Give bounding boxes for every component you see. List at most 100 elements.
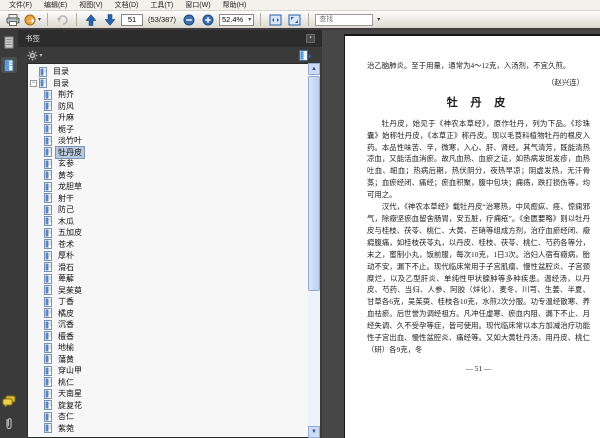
- tab-bookmarks[interactable]: [1, 57, 17, 73]
- toolbar-separator: [47, 13, 49, 26]
- bookmark-icon: [39, 66, 47, 77]
- search-input[interactable]: [315, 13, 374, 26]
- bookmark-icon: [39, 78, 47, 89]
- zoom-in-button[interactable]: [200, 12, 216, 27]
- zoom-in-icon: [202, 14, 214, 25]
- tab-attachments[interactable]: [1, 416, 17, 432]
- tree-wrap: 目录 − 目录 荆芥 防风 升麻 栀子 淡竹叶 牡丹皮 玄参 黄芩 龙胆草 射干…: [27, 63, 320, 438]
- bookmark-icon: [44, 250, 52, 261]
- bookmark-icon: [44, 89, 52, 100]
- pages-icon: [4, 36, 13, 48]
- options-button[interactable]: ▾: [27, 48, 43, 63]
- toolbar: ▾ (53/387): [0, 11, 600, 30]
- previous-page-button[interactable]: [83, 12, 99, 27]
- page-body: 牡丹皮，始见于《神农本草经》，原作牡丹，列为下品。《珍珠囊》始称牡丹皮，《本草正…: [367, 118, 590, 356]
- bookmark-icon: [44, 239, 52, 250]
- bookmark-icon: [44, 124, 52, 135]
- toolbar-separator: [260, 13, 262, 26]
- up-arrow-icon: [85, 13, 97, 26]
- undo-icon: [56, 14, 68, 25]
- expand-current-bookmark-button[interactable]: [297, 48, 313, 63]
- print-button[interactable]: [5, 12, 21, 27]
- attribution: （赵兴连）: [547, 77, 584, 87]
- fit-width-button[interactable]: [267, 12, 283, 27]
- page-number-input[interactable]: [121, 13, 144, 26]
- page-title: 牡 丹 皮: [446, 96, 511, 109]
- bookmark-icon: [44, 135, 52, 146]
- bookmark-icon: [44, 308, 52, 319]
- bookmark-icon: [44, 285, 52, 296]
- nav-tab-strip: [0, 30, 18, 438]
- tab-comments[interactable]: [1, 393, 17, 409]
- document-page: 治乙脑肺炎。至于用量，通常为4～12克，入汤剂，不宜久煎。 （赵兴连） 牡 丹 …: [344, 34, 600, 438]
- menu-item[interactable]: 文件(F): [3, 0, 38, 10]
- bookmark-icon: [44, 181, 52, 192]
- pdf-reader-window: 文件(F) 编辑(E) 视图(V) 文档(D) 工具(T) 窗口(W) 帮助(H) ▾: [0, 0, 600, 438]
- page-paragraph: 汉代，《神农本草经》载牡丹皮“治寒热，中风瘛疭、痉、惊痫邪气，除癥坚瘀血留舍肠胃…: [367, 202, 590, 354]
- next-page-button[interactable]: [102, 12, 118, 27]
- bookmark-icon: [44, 423, 52, 434]
- comments-icon: [2, 395, 16, 407]
- bookmark-icon: [44, 112, 52, 123]
- page-number-footer: — 51 —: [465, 363, 492, 373]
- menu-item[interactable]: 帮助(H): [217, 0, 253, 10]
- bookmark-icon: [44, 101, 52, 112]
- toolbar-separator: [76, 13, 78, 26]
- bookmark-icon: [44, 216, 52, 227]
- down-arrow-icon: [104, 13, 116, 26]
- toolbar-separator: [308, 13, 310, 26]
- main-area: 书签 ▪ ▾ 目录 − 目录 荆芥 防风 升麻 栀子 淡竹叶 牡丹皮 玄参 黄芩…: [0, 30, 600, 438]
- zoom-out-button[interactable]: [181, 12, 197, 27]
- gear-icon: [27, 50, 38, 60]
- bookmark-icon: [44, 262, 52, 273]
- scroll-down-button[interactable]: ▼: [308, 426, 320, 438]
- menu-item[interactable]: 工具(T): [144, 0, 179, 10]
- page-count-label: (53/387): [148, 15, 176, 24]
- bookmark-icon: [44, 170, 52, 181]
- scroll-thumb[interactable]: [308, 76, 320, 291]
- continuation-paragraph: 治乙脑肺炎。至于用量，通常为4～12克，入汤剂，不宜久煎。: [367, 61, 571, 70]
- menu-item[interactable]: 窗口(W): [179, 0, 216, 10]
- bookmark-tree: 目录 − 目录 荆芥 防风 升麻 栀子 淡竹叶 牡丹皮 玄参 黄芩 龙胆草 射干…: [27, 63, 308, 438]
- tab-pages[interactable]: [1, 34, 17, 50]
- panel-close-button[interactable]: ▪: [306, 34, 315, 43]
- bookmark-icon: [44, 388, 52, 399]
- panel-toolbar: ▾: [18, 47, 322, 63]
- export-icon: [24, 14, 36, 25]
- scroll-up-button[interactable]: ▲: [308, 63, 320, 75]
- undo-button[interactable]: [54, 12, 70, 27]
- fit-width-icon: [269, 14, 282, 25]
- bookmark-icon: [44, 273, 52, 284]
- bookmark-icon: [44, 411, 52, 422]
- bookmark-icon: [44, 227, 52, 238]
- collapse-icon[interactable]: −: [30, 79, 37, 87]
- tree-scrollbar: ▲ ▼: [308, 63, 320, 438]
- scroll-track[interactable]: [308, 292, 320, 426]
- bookmark-icon: [44, 204, 52, 215]
- menu-bar: 文件(F) 编辑(E) 视图(V) 文档(D) 工具(T) 窗口(W) 帮助(H): [0, 0, 600, 11]
- menu-item[interactable]: 编辑(E): [38, 0, 73, 10]
- bookmark-icon: [44, 342, 52, 353]
- bookmarks-panel: 书签 ▪ ▾ 目录 − 目录 荆芥 防风 升麻 栀子 淡竹叶 牡丹皮 玄参 黄芩…: [18, 30, 322, 438]
- bookmark-icon: [44, 377, 52, 388]
- document-area[interactable]: 治乙脑肺炎。至于用量，通常为4～12克，入汤剂，不宜久煎。 （赵兴连） 牡 丹 …: [322, 30, 600, 438]
- page-paragraph: 牡丹皮，始见于《神农本草经》，原作牡丹，列为下品。《珍珠囊》始称牡丹皮，《本草正…: [367, 118, 590, 200]
- bookmark-icon: [44, 354, 52, 365]
- options-dropdown-arrow: ▾: [39, 52, 43, 59]
- bookmark-item[interactable]: 紫菀: [30, 423, 308, 435]
- fit-page-button[interactable]: [286, 12, 302, 27]
- panel-header: 书签 ▪: [18, 30, 322, 47]
- search-dropdown-arrow[interactable]: ▾: [377, 16, 380, 23]
- bookmark-icon: [44, 365, 52, 376]
- bookmark-icon: [44, 193, 52, 204]
- zoom-dropdown-arrow: ▾: [248, 17, 252, 23]
- export-button[interactable]: ▾: [24, 12, 41, 27]
- bookmarks-icon: [4, 59, 13, 71]
- bookmark-icon: [44, 331, 52, 342]
- zoom-level-combo[interactable]: 52.4% ▾: [218, 13, 255, 26]
- fit-page-icon: [288, 14, 301, 25]
- menu-item[interactable]: 视图(V): [73, 0, 108, 10]
- menu-item[interactable]: 文档(D): [109, 0, 145, 10]
- export-dropdown-arrow: ▾: [38, 17, 42, 23]
- paperclip-icon: [6, 418, 12, 430]
